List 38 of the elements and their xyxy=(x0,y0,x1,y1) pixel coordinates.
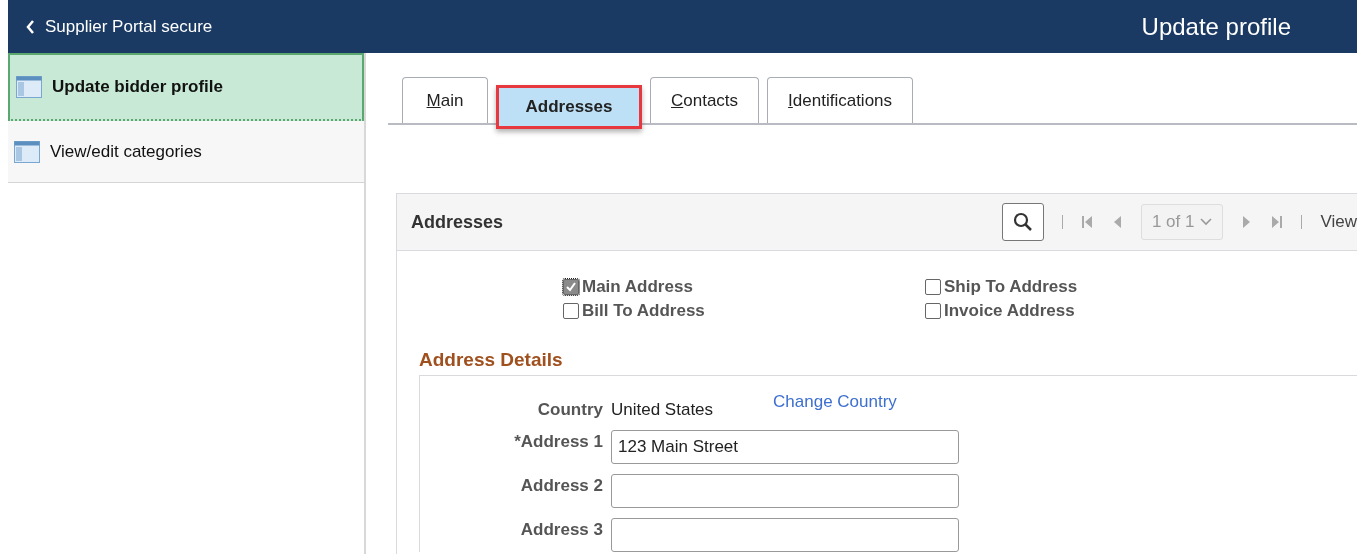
chevron-left-icon xyxy=(26,19,35,34)
checkbox[interactable] xyxy=(563,303,579,319)
section-heading: Address Details xyxy=(419,349,1357,376)
field-label: Address 3 xyxy=(519,519,603,540)
checkbox[interactable] xyxy=(925,303,941,319)
field-label: *Address 1 xyxy=(513,431,603,452)
panel-title: Addresses xyxy=(411,211,504,233)
address-type-checkbox[interactable]: Invoice Address xyxy=(925,301,1225,321)
address-type-checkbox[interactable]: Main Address xyxy=(563,277,925,297)
search-button[interactable] xyxy=(1001,203,1044,241)
checkbox[interactable] xyxy=(925,279,941,295)
page-title: Update profile xyxy=(1141,12,1291,41)
tab[interactable]: Contacts xyxy=(650,77,760,123)
input-field[interactable]: 123 Main Street xyxy=(611,430,959,464)
address-type-checkbox[interactable]: Bill To Address xyxy=(563,301,925,321)
sidebar-item[interactable]: Update bidder profile xyxy=(8,53,364,121)
address-type-checkbox[interactable]: Ship To Address xyxy=(925,277,1225,297)
sidebar-item[interactable]: View/edit categories xyxy=(8,121,364,183)
checkbox[interactable] xyxy=(563,279,579,295)
search-icon xyxy=(1012,212,1033,232)
input-field[interactable] xyxy=(611,518,959,552)
sidebar-item-label: View/edit categories xyxy=(50,141,202,162)
last-page-icon[interactable] xyxy=(1271,215,1284,229)
back-link[interactable]: Supplier Portal secure xyxy=(26,16,213,37)
field-label: Address 2 xyxy=(519,475,603,496)
field-label: Country xyxy=(536,399,603,420)
tab[interactable]: Main xyxy=(402,77,488,123)
input-field[interactable] xyxy=(611,474,959,508)
page-icon xyxy=(16,76,42,98)
change-country-link[interactable]: Change Country xyxy=(773,392,897,412)
first-page-icon[interactable] xyxy=(1080,215,1093,229)
tab[interactable]: Addresses xyxy=(496,85,642,129)
tab[interactable]: Identifications xyxy=(767,77,914,123)
chevron-down-icon xyxy=(1200,218,1213,226)
country-value: United States xyxy=(611,399,714,420)
page-icon xyxy=(14,140,40,163)
view-link[interactable]: View xyxy=(1320,212,1357,232)
sidebar-item-label: Update bidder profile xyxy=(52,77,223,97)
